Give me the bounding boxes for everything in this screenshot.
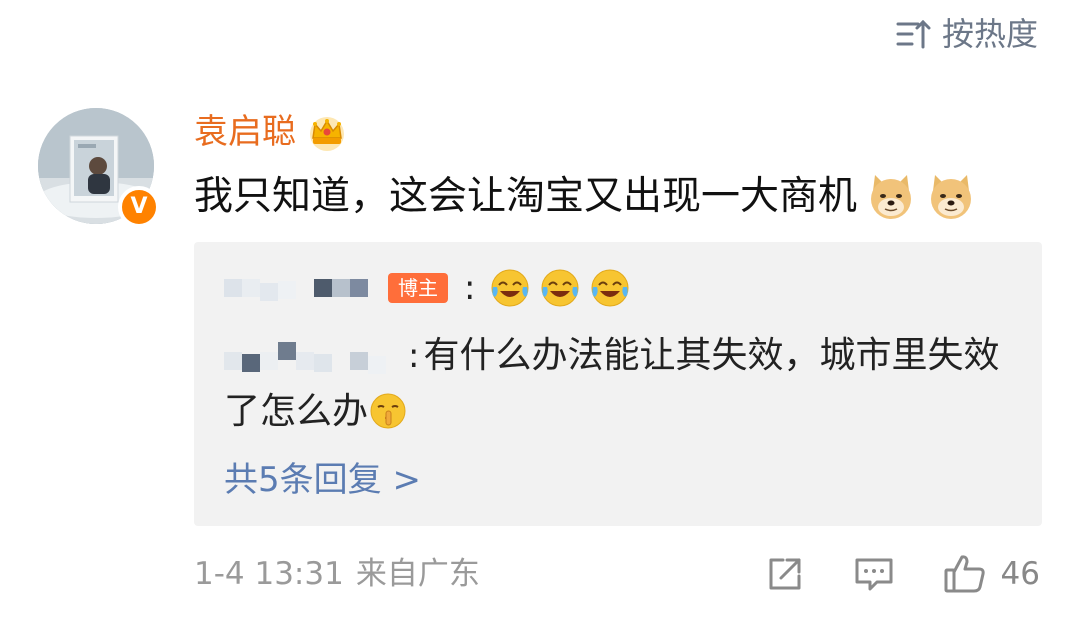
comment-location: 来自广东 (355, 556, 480, 592)
doge-icon (871, 175, 912, 219)
laugh-cry-icon (491, 269, 529, 307)
comment-text-row: 我只知道，这会让淘宝又出现一大商机 (194, 168, 977, 226)
crown-icon (310, 117, 344, 151)
laugh-cry-icon (591, 269, 629, 307)
reply-preview-box[interactable]: 博主 :: 有什么办法能让其失效，城市里失效了怎么办 共5条回复 > (194, 242, 1042, 526)
username[interactable]: 袁启聪 (194, 106, 296, 158)
more-replies-link[interactable]: 共5条回复 > (224, 456, 421, 504)
reply-item: : 有什么办法能让其失效，城市里失效了怎么办 (224, 328, 1024, 440)
comment-meta: 1-4 13:31 来自广东 (194, 548, 765, 600)
reply-button[interactable] (853, 554, 895, 594)
like-count: 46 (1000, 556, 1040, 592)
share-button[interactable] (765, 554, 805, 594)
comment-card: V 袁启聪 我只知道，这会让淘宝又出现一大商机 博主:: 有什么办法能让其失… (0, 0, 1080, 630)
comment-time: 1-4 13:31 (194, 556, 344, 592)
laugh-cry-icon (541, 269, 579, 307)
author-badge: 博主 (388, 273, 448, 303)
blurred-username (224, 273, 374, 303)
share-icon (769, 558, 801, 590)
verified-badge: V (118, 186, 160, 228)
comment-text: 我只知道，这会让淘宝又出现一大商机 (194, 174, 858, 219)
reply-colon: : (408, 336, 420, 376)
comment-footer: 1-4 13:31 来自广东 46 (194, 548, 1040, 600)
comment-icon (855, 558, 893, 591)
like-icon (944, 555, 985, 593)
reply-item: 博主 : (224, 266, 631, 310)
username-row: 袁启聪 (194, 106, 348, 158)
reply-colon: : (464, 268, 476, 308)
blurred-username (224, 342, 404, 374)
like-button[interactable]: 46 (943, 553, 1040, 595)
shush-icon (370, 393, 406, 429)
doge-icon (931, 175, 972, 219)
